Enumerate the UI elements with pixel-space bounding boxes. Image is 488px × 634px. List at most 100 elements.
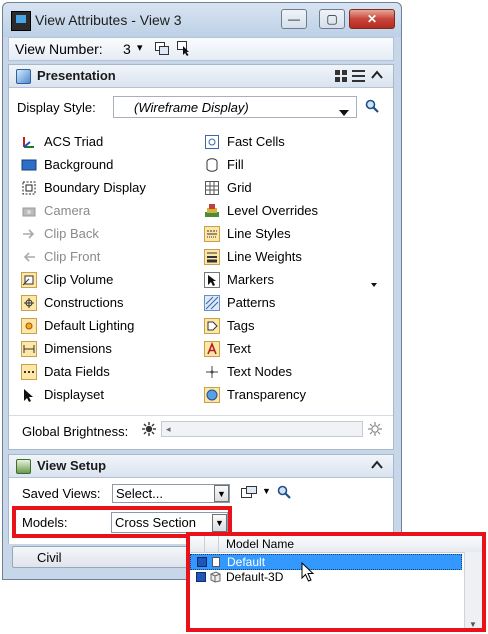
models-value: Cross Section xyxy=(115,515,196,530)
left-item[interactable]: Data Fields xyxy=(21,361,196,383)
left-item-label: ACS Triad xyxy=(44,134,104,149)
right-item[interactable]: Patterns xyxy=(204,292,379,314)
right-item-label: Transparency xyxy=(227,387,306,402)
view-number-value[interactable]: 3 xyxy=(123,41,131,57)
right-item-label: Grid xyxy=(227,180,252,195)
brightness-divider xyxy=(9,415,393,416)
global-brightness-label: Global Brightness: xyxy=(22,424,129,439)
close-button[interactable]: ✕ xyxy=(349,9,395,29)
right-item[interactable]: Level Overrides xyxy=(204,200,379,222)
right-item[interactable]: Line Styles xyxy=(204,223,379,245)
display-style-dropdown-icon[interactable] xyxy=(339,104,349,116)
right-item[interactable]: Tags xyxy=(204,315,379,337)
save-view-icon[interactable] xyxy=(241,486,257,500)
grid-view-icon[interactable] xyxy=(335,70,347,82)
collapse-view-setup-icon[interactable] xyxy=(371,459,383,471)
right-item[interactable]: Transparency xyxy=(204,384,379,406)
left-item[interactable]: Clip Volume xyxy=(21,269,196,291)
right-item-label: Level Overrides xyxy=(227,203,319,218)
saved-views-label: Saved Views: xyxy=(22,486,101,501)
line-weights-icon xyxy=(204,249,220,265)
left-item[interactable]: Dimensions xyxy=(21,338,196,360)
transparency-icon xyxy=(204,387,220,403)
saved-views-dropdown-icon[interactable]: ▼ xyxy=(214,485,229,502)
right-item[interactable]: Grid xyxy=(204,177,379,199)
markers-icon xyxy=(204,272,220,288)
model-list-scrollbar[interactable]: ▼ xyxy=(464,552,482,629)
civil-tab-label: Civil xyxy=(37,550,62,565)
text-icon xyxy=(204,341,220,357)
right-item[interactable]: Fast Cells xyxy=(204,131,379,153)
right-item[interactable]: Fill xyxy=(204,154,379,176)
left-item[interactable]: Default Lighting xyxy=(21,315,196,337)
models-select[interactable]: Cross Section ▼ xyxy=(111,512,228,533)
left-item-label: Camera xyxy=(44,203,91,218)
model-sheet-icon xyxy=(212,557,220,567)
line-styles-icon xyxy=(204,226,220,242)
list-view-icon[interactable] xyxy=(352,70,365,82)
left-item[interactable]: Background xyxy=(21,154,196,176)
fast-cells-icon xyxy=(204,134,220,150)
display-style-select[interactable]: (Wireframe Display) xyxy=(113,96,357,118)
left-item[interactable]: Camera xyxy=(21,200,196,222)
models-dropdown-icon[interactable]: ▼ xyxy=(212,514,227,532)
scroll-down-arrow-icon[interactable]: ▼ xyxy=(469,620,477,629)
displayset-icon xyxy=(21,387,37,403)
default-lighting-icon xyxy=(21,318,37,334)
background-icon xyxy=(21,157,37,173)
model-2d-icon xyxy=(197,557,207,567)
presentation-header[interactable]: Presentation xyxy=(9,65,393,88)
civil-tab[interactable]: Civil xyxy=(12,546,188,568)
constructions-icon xyxy=(21,295,37,311)
model-dropdown-list[interactable]: Model Name Default Default-3D ▼ xyxy=(186,532,486,632)
models-label: Models: xyxy=(22,515,68,530)
display-style-value: (Wireframe Display) xyxy=(134,100,249,115)
right-item[interactable]: Line Weights xyxy=(204,246,379,268)
right-item-label: Line Weights xyxy=(227,249,302,264)
left-item-label: Clip Back xyxy=(44,226,99,241)
right-item[interactable]: Markers xyxy=(204,269,379,291)
left-item-label: Displayset xyxy=(44,387,104,402)
left-item[interactable]: Constructions xyxy=(21,292,196,314)
slider-left-arrow-icon[interactable]: ◂ xyxy=(166,424,171,435)
display-style-search-icon[interactable] xyxy=(365,99,379,113)
view-setup-icon xyxy=(16,459,31,474)
left-item[interactable]: Clip Front xyxy=(21,246,196,268)
brightness-slider[interactable]: ◂ xyxy=(161,421,363,437)
maximize-button[interactable]: ▢ xyxy=(319,9,345,29)
dimensions-icon xyxy=(21,341,37,357)
model-name-column-header: Model Name xyxy=(226,537,295,551)
view-number-dropdown-icon[interactable]: ▾ xyxy=(137,41,143,54)
model-row-default-3d[interactable]: Default-3D xyxy=(190,570,462,586)
right-item[interactable]: Text xyxy=(204,338,379,360)
left-item[interactable]: Boundary Display xyxy=(21,177,196,199)
right-item[interactable]: Text Nodes xyxy=(204,361,379,383)
model-row-default[interactable]: Default xyxy=(190,554,462,570)
view-number-toolbar: View Number: 3 ▾ xyxy=(8,37,394,61)
left-item-label: Clip Volume xyxy=(44,272,114,287)
title-bar[interactable]: View Attributes - View 3 — ▢ ✕ xyxy=(3,3,401,37)
left-item[interactable]: Displayset xyxy=(21,384,196,406)
right-item-label: Fast Cells xyxy=(227,134,285,149)
left-item[interactable]: Clip Back xyxy=(21,223,196,245)
select-view-icon[interactable] xyxy=(177,41,191,56)
display-style-label: Display Style: xyxy=(17,100,96,115)
clip-volume-icon xyxy=(21,272,37,288)
minimize-button[interactable]: — xyxy=(281,9,307,29)
left-item[interactable]: ACS Triad xyxy=(21,131,196,153)
left-item-label: Boundary Display xyxy=(44,180,146,195)
view-number-label: View Number: xyxy=(15,41,103,57)
saved-views-select[interactable]: Select... ▼ xyxy=(112,484,230,503)
markers-submenu-arrow-icon[interactable] xyxy=(371,276,377,287)
collapse-presentation-icon[interactable] xyxy=(371,69,383,81)
copy-view-icon[interactable] xyxy=(155,42,169,55)
tags-icon xyxy=(204,318,220,334)
bright-sun-icon xyxy=(368,422,382,436)
grid-icon xyxy=(204,180,220,196)
window-title: View Attributes - View 3 xyxy=(35,12,182,28)
save-view-dropdown-icon[interactable]: ▼ xyxy=(262,486,271,496)
app-icon xyxy=(11,11,31,31)
boundary-display-icon xyxy=(21,180,37,196)
view-setup-header[interactable]: View Setup xyxy=(9,455,393,478)
saved-views-search-icon[interactable] xyxy=(277,485,291,499)
